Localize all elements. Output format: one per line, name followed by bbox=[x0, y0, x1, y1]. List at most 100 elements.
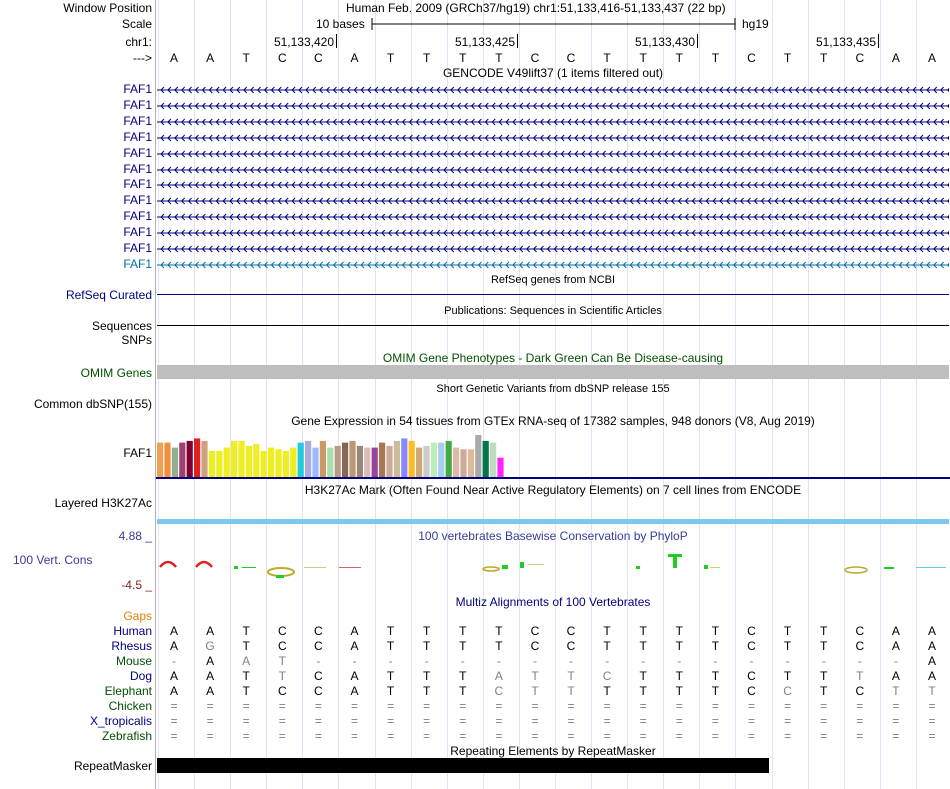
omim-track-label[interactable]: OMIM Genes bbox=[81, 366, 152, 380]
gtex-tissue-bar[interactable] bbox=[245, 445, 252, 477]
gtex-tissue-bar[interactable] bbox=[194, 438, 201, 477]
gtex-tissue-bar[interactable] bbox=[223, 447, 230, 477]
gtex-tissue-bar[interactable] bbox=[408, 440, 415, 477]
gtex-tissue-bar[interactable] bbox=[342, 442, 349, 477]
gencode-gene-label[interactable]: FAF1 bbox=[123, 114, 152, 128]
gencode-gene-label[interactable]: FAF1 bbox=[123, 98, 152, 112]
omim-gene-bar[interactable] bbox=[157, 365, 949, 379]
snps-track-label[interactable]: SNPs bbox=[121, 333, 152, 347]
gencode-gene-label[interactable]: FAF1 bbox=[123, 241, 152, 255]
repeatmasker-element[interactable] bbox=[157, 758, 769, 773]
refseq-track-label[interactable]: RefSeq Curated bbox=[66, 288, 152, 302]
gencode-transcript-line[interactable] bbox=[157, 101, 949, 111]
gtex-tissue-bar[interactable] bbox=[371, 447, 378, 477]
gtex-tissue-bar[interactable] bbox=[305, 440, 312, 477]
gencode-gene-label[interactable]: FAF1 bbox=[123, 225, 152, 239]
gtex-tissue-bar[interactable] bbox=[179, 442, 186, 477]
species-label[interactable]: Dog bbox=[130, 669, 152, 683]
gtex-tissue-bar[interactable] bbox=[327, 447, 334, 477]
gtex-tissue-bar[interactable] bbox=[231, 440, 238, 477]
gtex-tissue-bar[interactable] bbox=[379, 442, 386, 477]
species-label[interactable]: X_tropicalis bbox=[90, 714, 152, 728]
gtex-tissue-bar[interactable] bbox=[482, 440, 489, 477]
gencode-track-title[interactable]: GENCODE V49lift37 (1 items filtered out) bbox=[156, 66, 950, 80]
gtex-tissue-bar[interactable] bbox=[186, 440, 193, 477]
gencode-transcript-line[interactable] bbox=[157, 260, 949, 270]
gencode-gene-label[interactable]: FAF1 bbox=[123, 177, 152, 191]
gtex-tissue-bar[interactable] bbox=[393, 440, 400, 477]
gtex-tissue-bar[interactable] bbox=[282, 451, 289, 477]
gencode-transcript-line[interactable] bbox=[157, 228, 949, 238]
gencode-transcript-line[interactable] bbox=[157, 212, 949, 222]
gtex-tissue-bar[interactable] bbox=[201, 440, 208, 477]
species-label[interactable]: Chicken bbox=[109, 699, 152, 713]
gtex-tissue-bar[interactable] bbox=[208, 451, 215, 477]
gtex-tissue-bar[interactable] bbox=[253, 444, 260, 477]
gtex-tissue-bar[interactable] bbox=[401, 438, 408, 477]
h3k27ac-track-title[interactable]: H3K27Ac Mark (Often Found Near Active Re… bbox=[156, 483, 950, 497]
gtex-tissue-bar[interactable] bbox=[416, 447, 423, 477]
gencode-gene-label[interactable]: FAF1 bbox=[123, 130, 152, 144]
gtex-tissue-bar[interactable] bbox=[460, 449, 467, 477]
gencode-gene-label[interactable]: FAF1 bbox=[123, 193, 152, 207]
conservation-logo[interactable] bbox=[156, 548, 950, 584]
gencode-gene-label[interactable]: FAF1 bbox=[123, 257, 152, 271]
conservation-track-label[interactable]: 100 Vert. Cons bbox=[13, 553, 92, 567]
gencode-gene-label[interactable]: FAF1 bbox=[123, 82, 152, 96]
gtex-tissue-bar[interactable] bbox=[356, 445, 363, 477]
gtex-tissue-bar[interactable] bbox=[386, 445, 393, 477]
gtex-tissue-bar[interactable] bbox=[297, 442, 304, 477]
species-label[interactable]: Mouse bbox=[116, 654, 152, 668]
gtex-tissue-bar[interactable] bbox=[453, 447, 460, 477]
gencode-transcript-line[interactable] bbox=[157, 85, 949, 95]
publications-track-title[interactable]: Publications: Sequences in Scientific Ar… bbox=[156, 304, 950, 318]
h3k27ac-track-label[interactable]: Layered H3K27Ac bbox=[55, 496, 152, 510]
gtex-track-label[interactable]: FAF1 bbox=[123, 446, 152, 460]
gtex-tissue-bar[interactable] bbox=[171, 447, 178, 477]
gtex-tissue-bar[interactable] bbox=[312, 447, 319, 477]
gtex-tissue-bar[interactable] bbox=[260, 451, 267, 477]
publications-track-label[interactable]: Sequences bbox=[92, 319, 152, 333]
dbsnp-track-label[interactable]: Common dbSNP(155) bbox=[34, 397, 152, 411]
gencode-gene-label[interactable]: FAF1 bbox=[123, 209, 152, 223]
gtex-tissue-bar[interactable] bbox=[349, 440, 356, 477]
gencode-transcript-line[interactable] bbox=[157, 165, 949, 175]
gtex-tissue-bar[interactable] bbox=[438, 442, 445, 477]
species-label[interactable]: Zebrafish bbox=[102, 729, 152, 743]
gencode-transcript-line[interactable] bbox=[157, 196, 949, 206]
gtex-tissue-bar[interactable] bbox=[334, 445, 341, 477]
species-label[interactable]: Elephant bbox=[105, 684, 152, 698]
gencode-transcript-line[interactable] bbox=[157, 117, 949, 127]
gtex-track-title[interactable]: Gene Expression in 54 tissues from GTEx … bbox=[156, 414, 950, 428]
multiz-track-title[interactable]: Multiz Alignments of 100 Vertebrates bbox=[156, 595, 950, 609]
h3k27ac-signal[interactable] bbox=[157, 519, 949, 524]
gtex-tissue-bar[interactable] bbox=[268, 447, 275, 477]
gtex-bar-chart[interactable] bbox=[156, 427, 950, 481]
gencode-transcript-line[interactable] bbox=[157, 180, 949, 190]
gtex-tissue-bar[interactable] bbox=[364, 447, 371, 477]
gtex-tissue-bar[interactable] bbox=[164, 442, 171, 477]
gtex-tissue-bar[interactable] bbox=[430, 442, 437, 477]
window-position-value[interactable]: Human Feb. 2009 (GRCh37/hg19) chr1:51,13… bbox=[346, 1, 726, 15]
gtex-tissue-bar[interactable] bbox=[216, 451, 223, 477]
gencode-gene-label[interactable]: FAF1 bbox=[123, 146, 152, 160]
gtex-tissue-bar[interactable] bbox=[445, 440, 452, 477]
refseq-line[interactable] bbox=[157, 294, 949, 295]
gencode-gene-label[interactable]: FAF1 bbox=[123, 162, 152, 176]
gtex-tissue-bar[interactable] bbox=[467, 449, 474, 477]
refseq-track-title[interactable]: RefSeq genes from NCBI bbox=[156, 273, 950, 287]
conservation-track-title[interactable]: 100 vertebrates Basewise Conservation by… bbox=[156, 529, 950, 543]
gtex-tissue-bar[interactable] bbox=[423, 445, 430, 477]
omim-track-title[interactable]: OMIM Gene Phenotypes - Dark Green Can Be… bbox=[156, 351, 950, 365]
gtex-tissue-bar[interactable] bbox=[290, 447, 297, 477]
repeatmasker-track-title[interactable]: Repeating Elements by RepeatMasker bbox=[156, 744, 950, 758]
gtex-tissue-bar[interactable] bbox=[157, 442, 164, 477]
species-label[interactable]: Human bbox=[113, 624, 152, 638]
gtex-tissue-bar[interactable] bbox=[238, 440, 245, 477]
gtex-tissue-bar[interactable] bbox=[319, 440, 326, 477]
dbsnp-track-title[interactable]: Short Genetic Variants from dbSNP releas… bbox=[156, 382, 950, 396]
gtex-tissue-bar[interactable] bbox=[490, 442, 497, 477]
publications-line[interactable] bbox=[157, 325, 949, 326]
gtex-tissue-bar[interactable] bbox=[497, 457, 504, 477]
gtex-tissue-bar[interactable] bbox=[475, 435, 482, 477]
